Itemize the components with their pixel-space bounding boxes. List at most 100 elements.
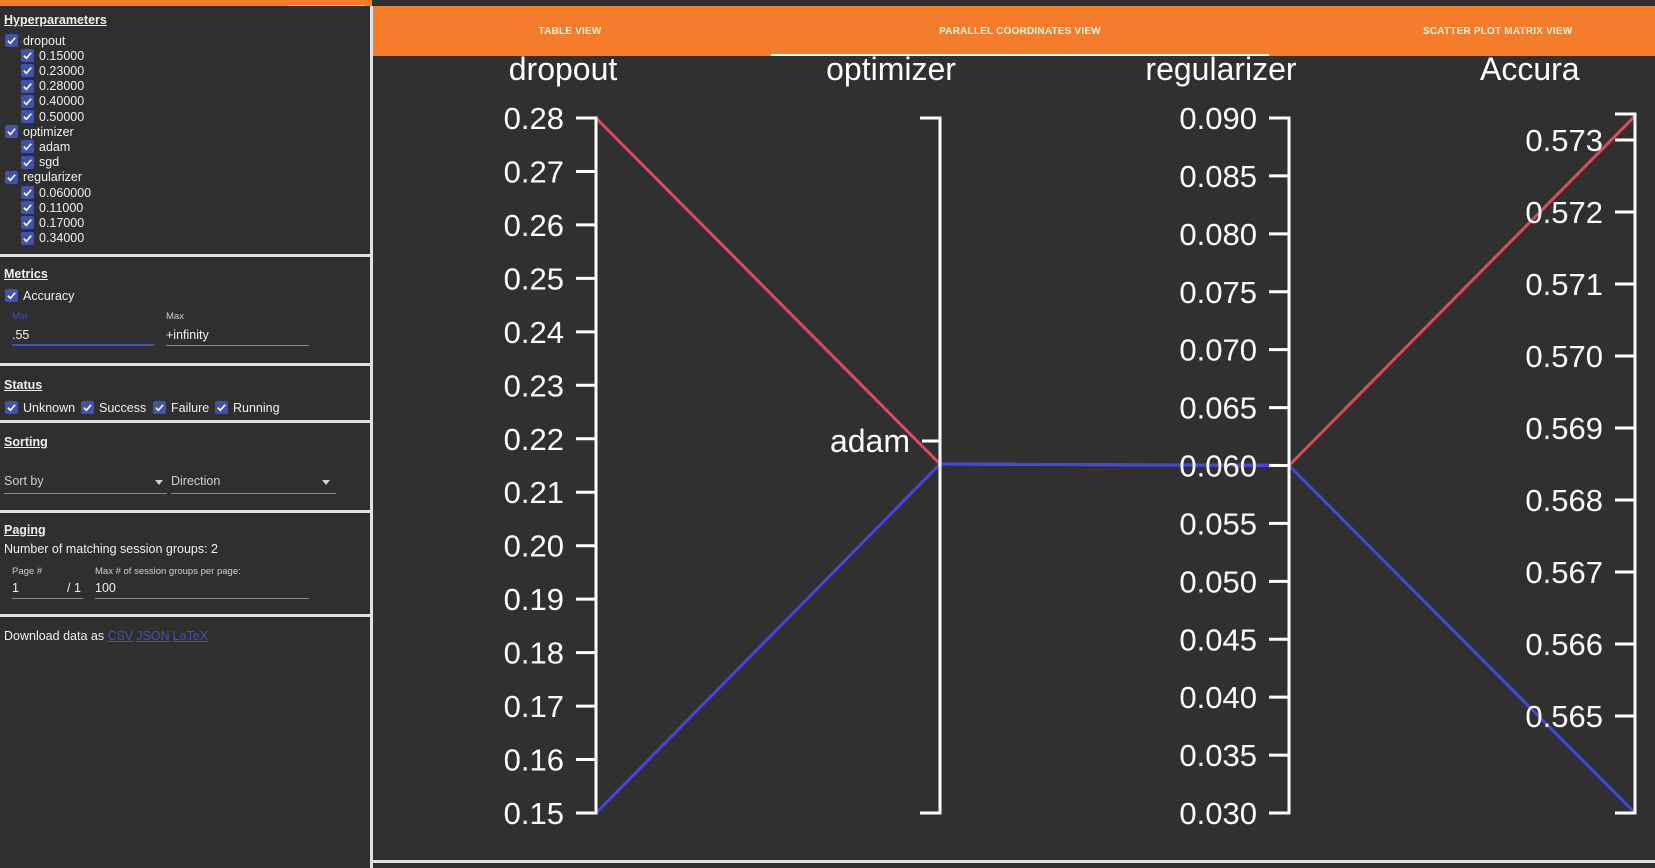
tick-label: 0.040 [1179,680,1257,715]
tick-label: 0.060 [1179,449,1257,484]
checkbox-label: 0.11000 [39,200,84,215]
checkbox-checked-icon[interactable] [21,155,34,169]
hparam-dropout-value[interactable]: 0.40000 [21,94,84,109]
tick-label: 0.045 [1179,622,1257,657]
sorting-title: Sorting [4,435,48,449]
checkbox-label: 0.50000 [39,109,85,124]
tick-label: 0.25 [504,261,564,296]
chevron-down-icon[interactable] [155,480,163,485]
series-line-blue[interactable] [594,462,1637,815]
page-number-input[interactable] [12,581,62,595]
tab-table-view[interactable]: TABLE VIEW [373,6,767,56]
checkbox-label: Accuracy [23,288,75,303]
checkbox-checked-icon[interactable] [21,140,34,154]
hyperparameters-title: Hyperparameters [4,13,107,27]
sort-by-select[interactable]: Sort by [4,474,44,488]
sort-by-underline [4,493,167,494]
metric-min-input[interactable] [12,328,152,342]
checkbox-label: Failure [171,400,210,415]
metric-accuracy[interactable]: Accuracy [5,288,74,303]
tick-label: 0.080 [1179,217,1257,252]
sidebar: Hyperparameters dropout 0.15000 0.23000 0.28… [0,6,372,868]
checkbox-label: dropout [23,33,66,48]
status-failure[interactable]: Failure [153,400,209,415]
axis-accura: Accura 0.573 0.572 0.571 0.570 0.569 0.568 0.56… [1480,56,1637,815]
hparam-regularizer-value[interactable]: 0.060000 [21,185,91,200]
hparam-dropout[interactable]: dropout [5,33,65,48]
checkbox-checked-icon[interactable] [21,110,34,123]
checkbox-checked-icon[interactable] [5,125,18,139]
status-running[interactable]: Running [215,400,280,415]
hparam-regularizer-value[interactable]: 0.11000 [21,200,83,215]
checkbox-checked-icon[interactable] [81,401,94,414]
checkbox-label: 0.23000 [39,63,85,78]
status-success[interactable]: Success [81,400,146,415]
direction-select[interactable]: Direction [171,474,220,488]
min-label: Min [12,311,28,322]
tick-label: 0.565 [1525,699,1603,734]
checkbox-checked-icon[interactable] [5,401,18,414]
tick-label: 0.570 [1525,339,1603,374]
tick-label: 0.030 [1179,796,1257,826]
hparam-optimizer-value[interactable]: adam [21,139,70,154]
hparam-regularizer[interactable]: regularizer [5,170,82,185]
tick-label: 0.18 [504,636,564,671]
checkbox-label: Success [99,400,147,415]
axis-regularizer: regularizer 0.090 0.085 0.080 0.075 0.070 0.06… [1145,56,1297,826]
download-latex-link[interactable]: LaTeX [173,629,208,643]
tab-parallel-coordinates-view[interactable]: PARALLEL COORDINATES VIEW [779,6,1261,56]
tick-label: 0.090 [1179,101,1257,136]
checkbox-checked-icon[interactable] [153,401,166,414]
hparam-dropout-value[interactable]: 0.15000 [21,48,84,63]
checkbox-label: regularizer [23,170,83,185]
tab-scatter-plot-matrix-view[interactable]: SCATTER PLOT MATRIX VIEW [1423,6,1655,56]
checkbox-checked-icon[interactable] [5,289,18,302]
checkbox-checked-icon[interactable] [21,94,34,108]
hparam-dropout-value[interactable]: 0.28000 [21,79,84,94]
download-json-link[interactable]: JSON [136,629,169,643]
page-total: / 1 [67,581,81,595]
tick-label: 0.17 [504,689,564,724]
tick-label: 0.035 [1179,738,1257,773]
tick-label: 0.21 [504,475,564,510]
checkbox-label: 0.060000 [39,185,92,200]
tick-label: 0.055 [1179,506,1257,541]
hparam-dropout-value[interactable]: 0.23000 [21,63,84,78]
status-title: Status [4,378,43,392]
series-line-red[interactable] [594,114,1637,468]
tick-label: 0.16 [504,743,564,778]
hparam-optimizer-value[interactable]: sgd [21,155,59,170]
checkbox-checked-icon[interactable] [21,49,34,63]
hparam-dropout-value[interactable]: 0.50000 [21,109,84,124]
hparam-regularizer-value[interactable]: 0.17000 [21,215,84,230]
hparam-regularizer-value[interactable]: 0.34000 [21,231,84,246]
tick-label: 0.085 [1179,159,1257,194]
checkbox-checked-icon[interactable] [21,186,34,199]
axis-title: dropout [509,56,618,87]
max-input-underline [166,345,309,346]
checkbox-checked-icon[interactable] [21,64,34,78]
checkbox-label: Unknown [23,400,76,415]
metric-max-input[interactable] [166,328,306,342]
checkbox-label: 0.17000 [39,215,85,230]
checkbox-checked-icon[interactable] [215,401,228,414]
checkbox-checked-icon[interactable] [21,231,34,245]
max-groups-input[interactable] [95,581,295,595]
hparam-optimizer[interactable]: optimizer [5,124,74,139]
download-csv-link[interactable]: CSV [108,629,134,643]
chevron-down-icon[interactable] [322,480,330,485]
status-unknown[interactable]: Unknown [5,400,75,415]
metrics-title: Metrics [4,267,48,281]
checkbox-checked-icon[interactable] [21,79,34,93]
tick-label: 0.070 [1179,333,1257,368]
checkbox-checked-icon[interactable] [21,201,34,215]
checkbox-checked-icon[interactable] [21,216,34,230]
max-groups-label: Max # of session groups per page: [95,566,241,577]
download-row: Download data as CSV JSON LaTeX [4,629,211,643]
tick-label: 0.075 [1179,275,1257,310]
tick-label: 0.569 [1525,411,1603,446]
checkbox-label: 0.15000 [39,48,85,63]
checkbox-checked-icon[interactable] [5,34,18,47]
checkbox-checked-icon[interactable] [5,170,18,184]
parallel-coordinates-plot: dropout 0.28 0.27 0.26 0.25 0.24 0.23 0.22 0.21 0… [504,56,1637,826]
